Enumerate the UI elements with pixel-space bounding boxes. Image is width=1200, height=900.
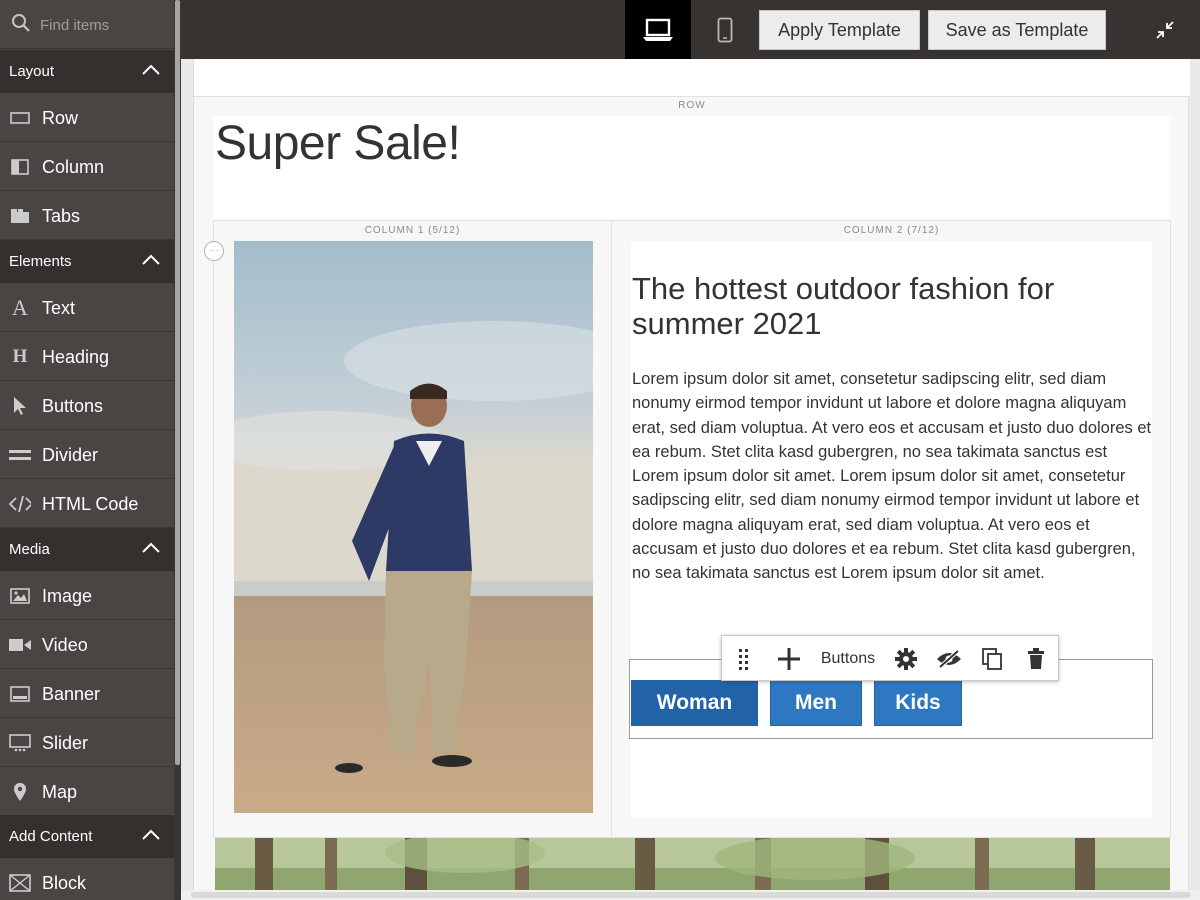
- sidebar-item-label: Slider: [42, 733, 89, 753]
- section-title: Layout: [9, 63, 55, 80]
- sidebar-item-heading[interactable]: H Heading: [0, 332, 174, 381]
- row-label: ROW: [678, 100, 706, 111]
- button-woman[interactable]: Woman: [631, 680, 758, 726]
- chevron-up-icon[interactable]: [142, 254, 160, 266]
- sidebar-item-buttons[interactable]: Buttons: [0, 381, 174, 430]
- sidebar-item-label: Text: [42, 298, 76, 318]
- hide-eye-icon[interactable]: [934, 636, 964, 682]
- column-icon: [9, 156, 31, 178]
- section-layout[interactable]: Layout: [0, 50, 174, 93]
- map-icon: [9, 781, 31, 803]
- column-1[interactable]: COLUMN 1 (5/12) ···: [204, 221, 612, 837]
- save-as-template-button[interactable]: Save as Template: [928, 10, 1106, 50]
- html-code-icon: [9, 493, 31, 515]
- buttons-icon: [9, 395, 31, 417]
- column-2[interactable]: COLUMN 2 (7/12) The hottest outdoor fash…: [613, 221, 1170, 837]
- desktop-view-button[interactable]: [625, 0, 691, 59]
- sidebar-item-label: Divider: [42, 445, 99, 465]
- heading-block[interactable]: Super Sale!: [213, 116, 1170, 219]
- sidebar-panel: Layout Row Column Tabs Elements A Text H…: [0, 0, 181, 900]
- heading-icon: H: [12, 346, 28, 367]
- button-men[interactable]: Men: [770, 680, 862, 726]
- sidebar-scrollbar-thumb[interactable]: [175, 0, 180, 765]
- top-toolbar: Apply Template Save as Template: [181, 0, 1200, 59]
- beach-photo: [234, 241, 593, 813]
- sidebar-item-divider[interactable]: Divider: [0, 430, 174, 479]
- stage-header: [194, 59, 1190, 97]
- apply-template-button[interactable]: Apply Template: [759, 10, 920, 50]
- section-title: Add Content: [9, 828, 93, 845]
- sidebar-item-column[interactable]: Column: [0, 142, 174, 191]
- buttons-options-toolbar: Buttons: [721, 635, 1059, 681]
- search-icon: [12, 14, 30, 32]
- content-text[interactable]: Lorem ipsum dolor sit amet, consetetur s…: [632, 367, 1154, 586]
- product-image[interactable]: [234, 241, 593, 813]
- sidebar-item-text[interactable]: A Text: [0, 283, 174, 332]
- toolbar-element-label: Buttons: [820, 650, 876, 667]
- sidebar-item-image[interactable]: Image: [0, 571, 174, 620]
- section-title: Media: [9, 541, 50, 558]
- sidebar-item-label: Banner: [42, 684, 101, 704]
- sidebar-item-label: Map: [42, 782, 78, 802]
- tabs-icon: [9, 205, 31, 227]
- editor-stage: ROW Super Sale! COLUMN 1 (5/12) ··· COLU…: [193, 59, 1190, 900]
- column-2-label: COLUMN 2 (7/12): [843, 225, 940, 236]
- search-bar: [0, 0, 174, 49]
- slider-icon: [9, 732, 31, 754]
- section-elements[interactable]: Elements: [0, 240, 174, 283]
- section-add-content[interactable]: Add Content: [0, 815, 174, 858]
- sidebar-item-row[interactable]: Row: [0, 93, 174, 142]
- columns-container: COLUMN 1 (5/12) ··· COLUMN 2 (7/12) The …: [204, 220, 1171, 838]
- column-resize-handle[interactable]: ···: [204, 241, 224, 261]
- row-icon: [9, 107, 31, 129]
- sidebar-item-slider[interactable]: Slider: [0, 718, 174, 767]
- collapse-icon: [1156, 20, 1174, 39]
- sidebar-item-label: Block: [42, 873, 87, 893]
- text-icon: A: [12, 295, 28, 320]
- sidebar-item-html-code[interactable]: HTML Code: [0, 479, 174, 528]
- sidebar-item-video[interactable]: Video: [0, 620, 174, 669]
- horizontal-scrollbar[interactable]: [181, 890, 1200, 900]
- block-icon: [9, 872, 31, 894]
- sidebar-item-label: Buttons: [42, 396, 104, 416]
- delete-trash-icon[interactable]: [1022, 636, 1050, 682]
- add-icon[interactable]: [774, 636, 804, 682]
- sidebar-item-label: Video: [42, 635, 88, 655]
- sidebar-item-label: Heading: [42, 347, 110, 367]
- mobile-phone-icon: [717, 17, 733, 42]
- page-builder: Layout Row Column Tabs Elements A Text H…: [0, 0, 1200, 900]
- chevron-up-icon[interactable]: [142, 64, 160, 76]
- content-heading[interactable]: The hottest outdoor fashion for summer 2…: [632, 271, 1142, 341]
- sidebar-item-block[interactable]: Block: [0, 858, 174, 900]
- column-2-content: The hottest outdoor fashion for summer 2…: [629, 241, 1154, 818]
- section-title: Elements: [9, 253, 72, 270]
- sidebar-item-map[interactable]: Map: [0, 767, 174, 816]
- sidebar-item-label: Column: [42, 157, 105, 177]
- page-title[interactable]: Super Sale!: [215, 116, 461, 171]
- collapse-fullscreen-button[interactable]: [1132, 0, 1198, 59]
- button-kids[interactable]: Kids: [874, 680, 962, 726]
- column-1-label: COLUMN 1 (5/12): [364, 225, 461, 236]
- sidebar-item-label: Tabs: [42, 206, 81, 226]
- drag-handle-icon[interactable]: [732, 636, 756, 682]
- sidebar-item-label: HTML Code: [42, 494, 139, 514]
- video-icon: [9, 634, 31, 656]
- divider-icon: [9, 444, 31, 466]
- search-input[interactable]: [40, 12, 170, 38]
- settings-gear-icon[interactable]: [892, 636, 920, 682]
- sidebar-item-banner[interactable]: Banner: [0, 669, 174, 718]
- duplicate-icon[interactable]: [978, 636, 1006, 682]
- chevron-up-icon[interactable]: [142, 829, 160, 841]
- mobile-view-button[interactable]: [692, 0, 758, 59]
- sidebar-item-tabs[interactable]: Tabs: [0, 191, 174, 240]
- image-icon: [9, 585, 31, 607]
- sidebar-item-label: Image: [42, 586, 93, 606]
- banner-icon: [9, 683, 31, 705]
- laptop-icon: [643, 18, 673, 41]
- sidebar-item-label: Row: [42, 108, 79, 128]
- chevron-up-icon[interactable]: [142, 542, 160, 554]
- section-media[interactable]: Media: [0, 528, 174, 571]
